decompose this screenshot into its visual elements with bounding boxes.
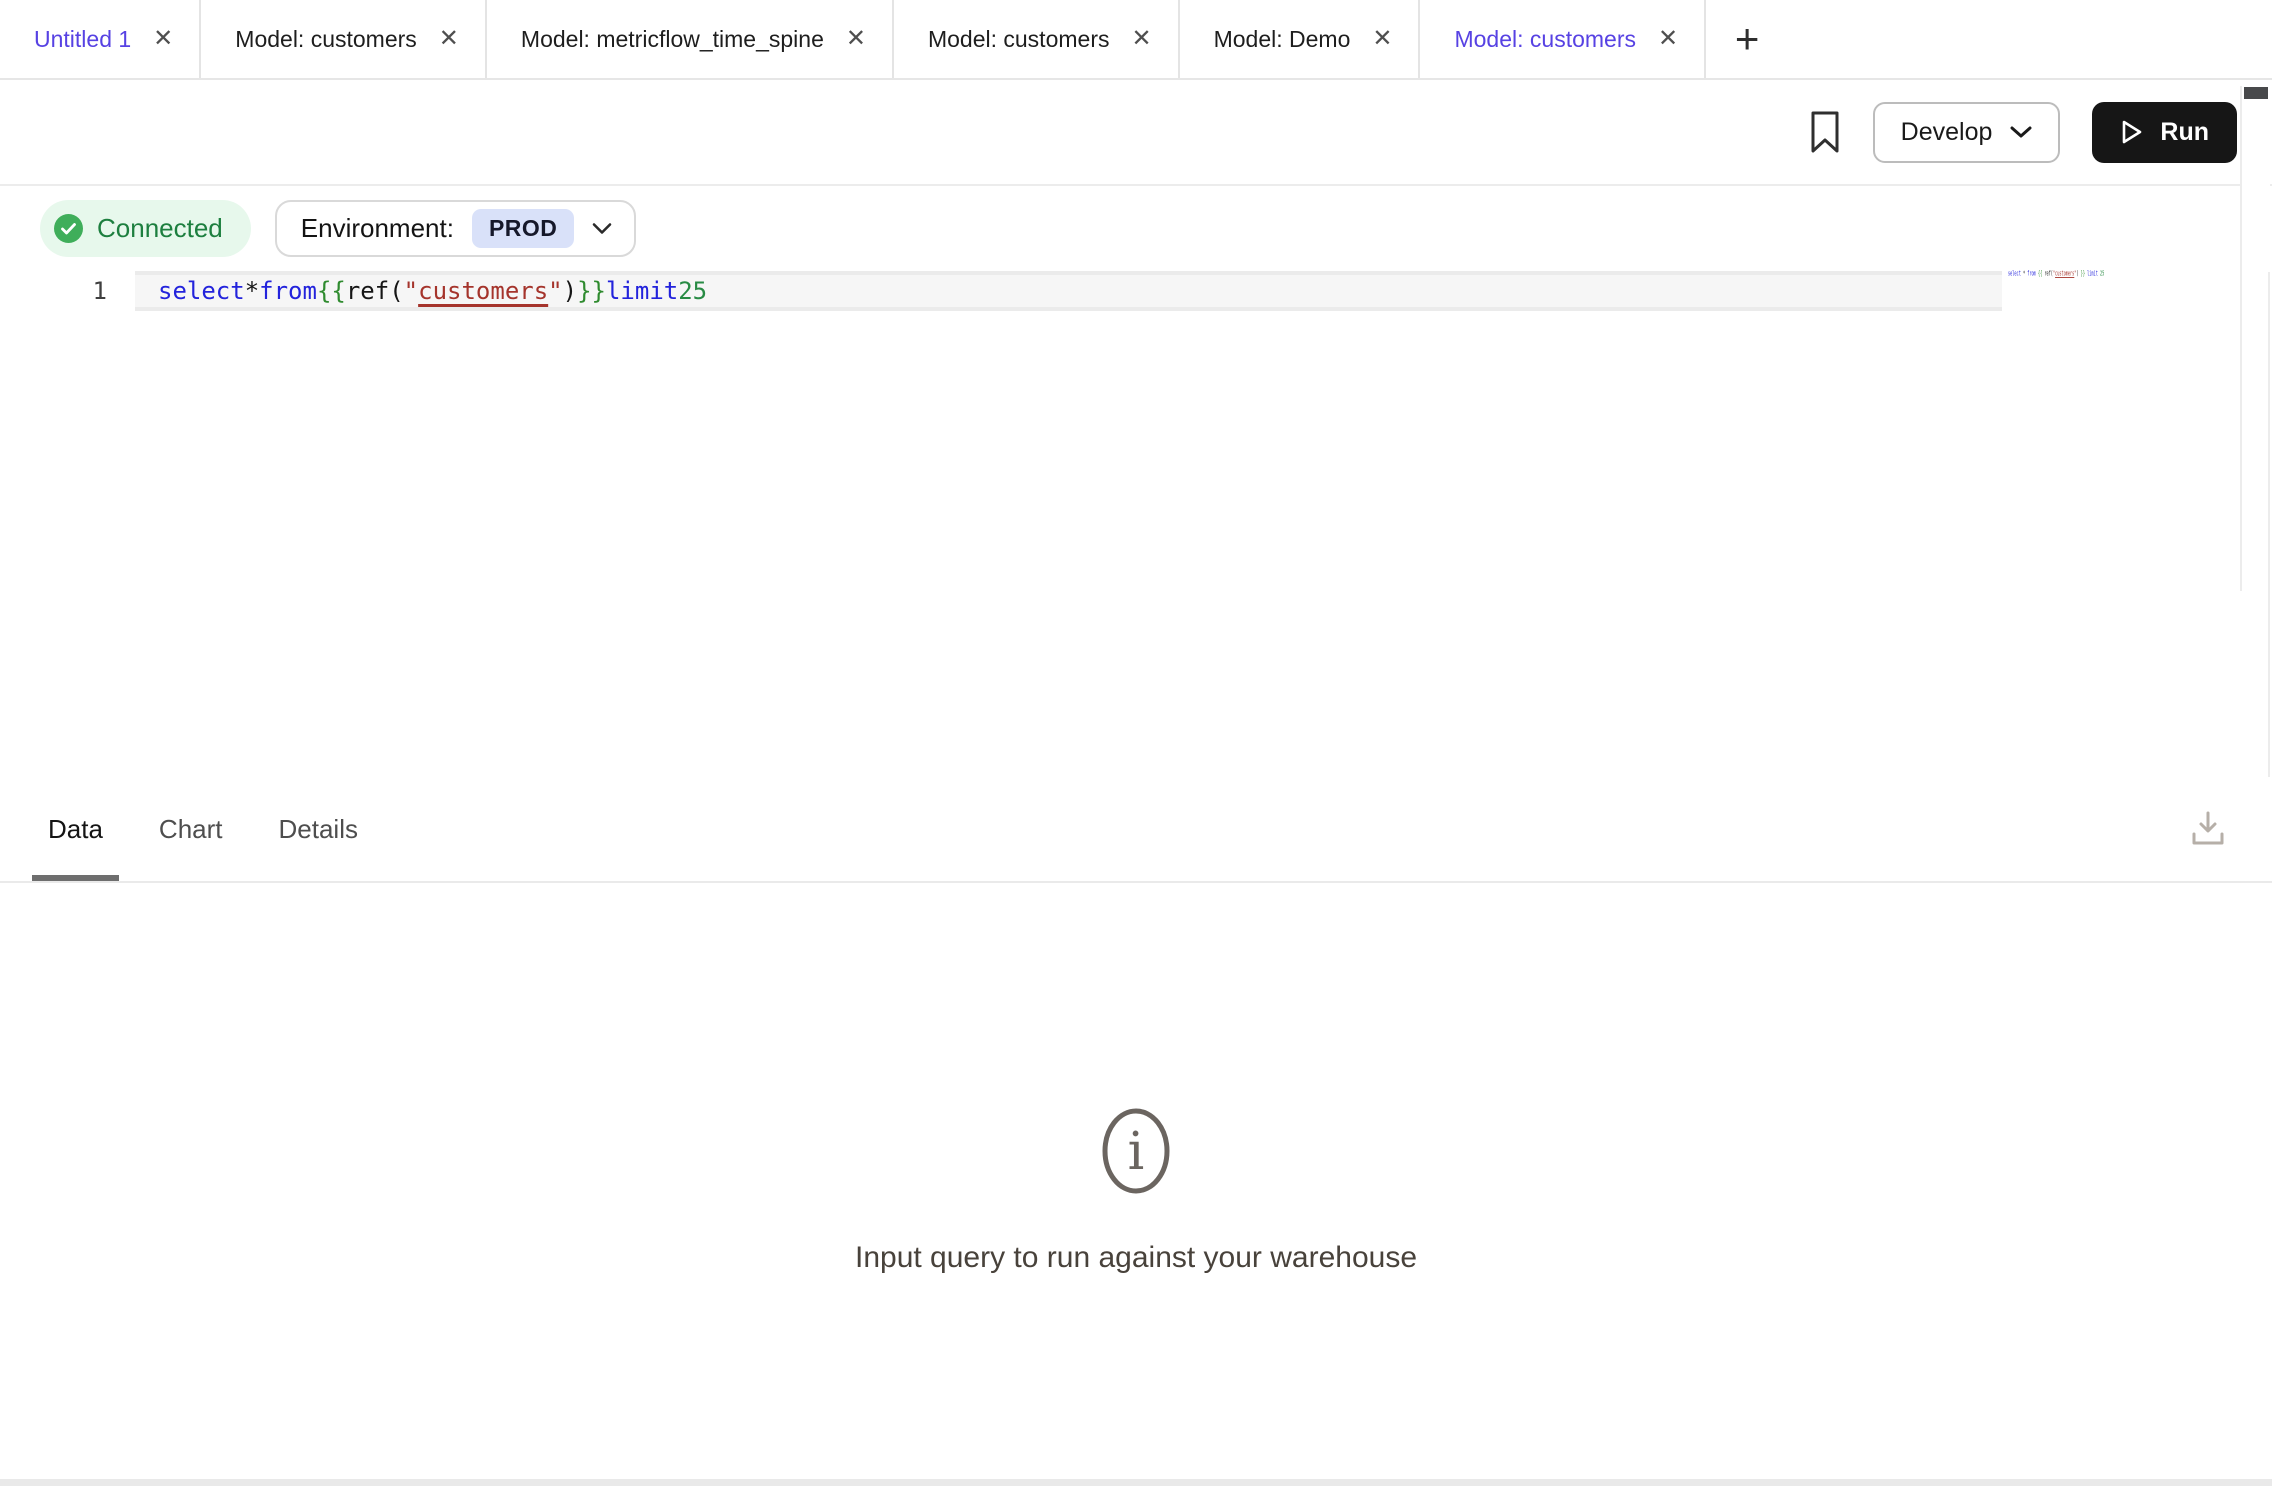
tab-label: Untitled 1 <box>34 26 131 53</box>
download-icon <box>2190 810 2226 848</box>
bookmark-icon <box>1809 110 1841 154</box>
tab-model-metricflow-time-spine[interactable]: Model: metricflow_time_spine ✕ <box>487 0 894 78</box>
chevron-down-icon <box>592 222 612 235</box>
code-token: select <box>2008 269 2021 277</box>
line-number-gutter: 1 <box>0 271 135 311</box>
environment-selector[interactable]: Environment: PROD <box>275 200 637 257</box>
code-token: customers <box>418 277 548 305</box>
results-panel: Data Chart Details i Inpu <box>0 777 2272 1486</box>
check-circle-icon <box>54 214 83 243</box>
develop-button-label: Develop <box>1901 118 1993 147</box>
chevron-down-icon <box>2010 125 2032 139</box>
tab-label: Model: Demo <box>1214 26 1351 53</box>
ide-window: Untitled 1 ✕ Model: customers ✕ Model: m… <box>0 0 2272 1486</box>
code-line-1: 1 select * from {{ ref("customers") }} l… <box>0 271 2272 311</box>
close-icon[interactable]: ✕ <box>153 27 173 51</box>
bookmark-button[interactable] <box>1809 110 1841 154</box>
close-icon[interactable]: ✕ <box>439 27 459 51</box>
scrollbar-thumb[interactable] <box>2244 87 2268 99</box>
code-token: ( <box>389 277 403 305</box>
editor-tab-bar: Untitled 1 ✕ Model: customers ✕ Model: m… <box>0 0 2272 80</box>
tab-model-customers-1[interactable]: Model: customers ✕ <box>201 0 487 78</box>
code-token: * <box>245 277 259 305</box>
code-token: 25 <box>2100 269 2104 277</box>
connection-status-label: Connected <box>97 213 223 244</box>
results-tab-bar: Data Chart Details <box>0 777 2272 883</box>
status-row: Connected Environment: PROD <box>40 200 2272 257</box>
environment-value-chip: PROD <box>472 209 574 248</box>
minimap-line: select * from {{ ref("customers") }} lim… <box>2008 269 2024 277</box>
tab-data[interactable]: Data <box>32 777 119 881</box>
close-icon[interactable]: ✕ <box>846 27 866 51</box>
code-token: " <box>548 277 562 305</box>
close-icon[interactable]: ✕ <box>1131 27 1151 51</box>
close-icon[interactable]: ✕ <box>1658 27 1678 51</box>
tab-model-demo[interactable]: Model: Demo ✕ <box>1180 0 1421 78</box>
info-glyph: i <box>1128 1122 1145 1182</box>
code-token: " <box>404 277 418 305</box>
run-button-label: Run <box>2160 118 2209 147</box>
play-icon <box>2120 119 2144 145</box>
tab-chart[interactable]: Chart <box>143 777 239 881</box>
tab-label: Model: customers <box>928 26 1110 53</box>
info-icon: i <box>1101 1107 1171 1195</box>
horizontal-scrollbar-track[interactable] <box>0 1479 2272 1486</box>
code-line-content[interactable]: select * from {{ ref("customers") }} lim… <box>135 271 2002 311</box>
tab-untitled-1[interactable]: Untitled 1 ✕ <box>0 0 201 78</box>
tab-label: Model: customers <box>235 26 417 53</box>
tab-model-customers-2[interactable]: Model: customers ✕ <box>894 0 1180 78</box>
tab-label: Model: metricflow_time_spine <box>521 26 824 53</box>
editor-minimap[interactable]: select * from {{ ref("customers") }} lim… <box>2008 269 2118 283</box>
code-token: limit <box>606 277 678 305</box>
environment-label: Environment: <box>301 213 454 244</box>
code-token: {{ <box>317 277 346 305</box>
code-token: select <box>158 277 245 305</box>
code-token: customers <box>2055 269 2074 277</box>
code-token: ) <box>563 277 577 305</box>
query-editor-section: Connected Environment: PROD 1 select * f… <box>0 186 2272 777</box>
code-token: }} <box>577 277 606 305</box>
code-token: from <box>2027 269 2036 277</box>
tab-label: Model: customers <box>1454 26 1636 53</box>
close-icon[interactable]: ✕ <box>1372 27 1392 51</box>
code-token: limit <box>2087 269 2098 277</box>
download-results-button[interactable] <box>2190 777 2226 881</box>
results-empty-state: i Input query to run against your wareho… <box>0 1107 2272 1275</box>
editor-scrollbar[interactable] <box>2240 86 2270 591</box>
develop-button[interactable]: Develop <box>1873 102 2061 163</box>
tab-details[interactable]: Details <box>263 777 374 881</box>
empty-state-message: Input query to run against your warehous… <box>855 1241 1417 1275</box>
code-token: 25 <box>678 277 707 305</box>
new-tab-button[interactable]: + <box>1706 0 1788 78</box>
connection-status-badge: Connected <box>40 200 251 257</box>
run-button[interactable]: Run <box>2092 102 2237 163</box>
code-token: ref <box>346 277 389 305</box>
code-token: from <box>259 277 317 305</box>
toolbar: Develop Run <box>0 80 2272 186</box>
tab-model-customers-3[interactable]: Model: customers ✕ <box>1420 0 1706 78</box>
